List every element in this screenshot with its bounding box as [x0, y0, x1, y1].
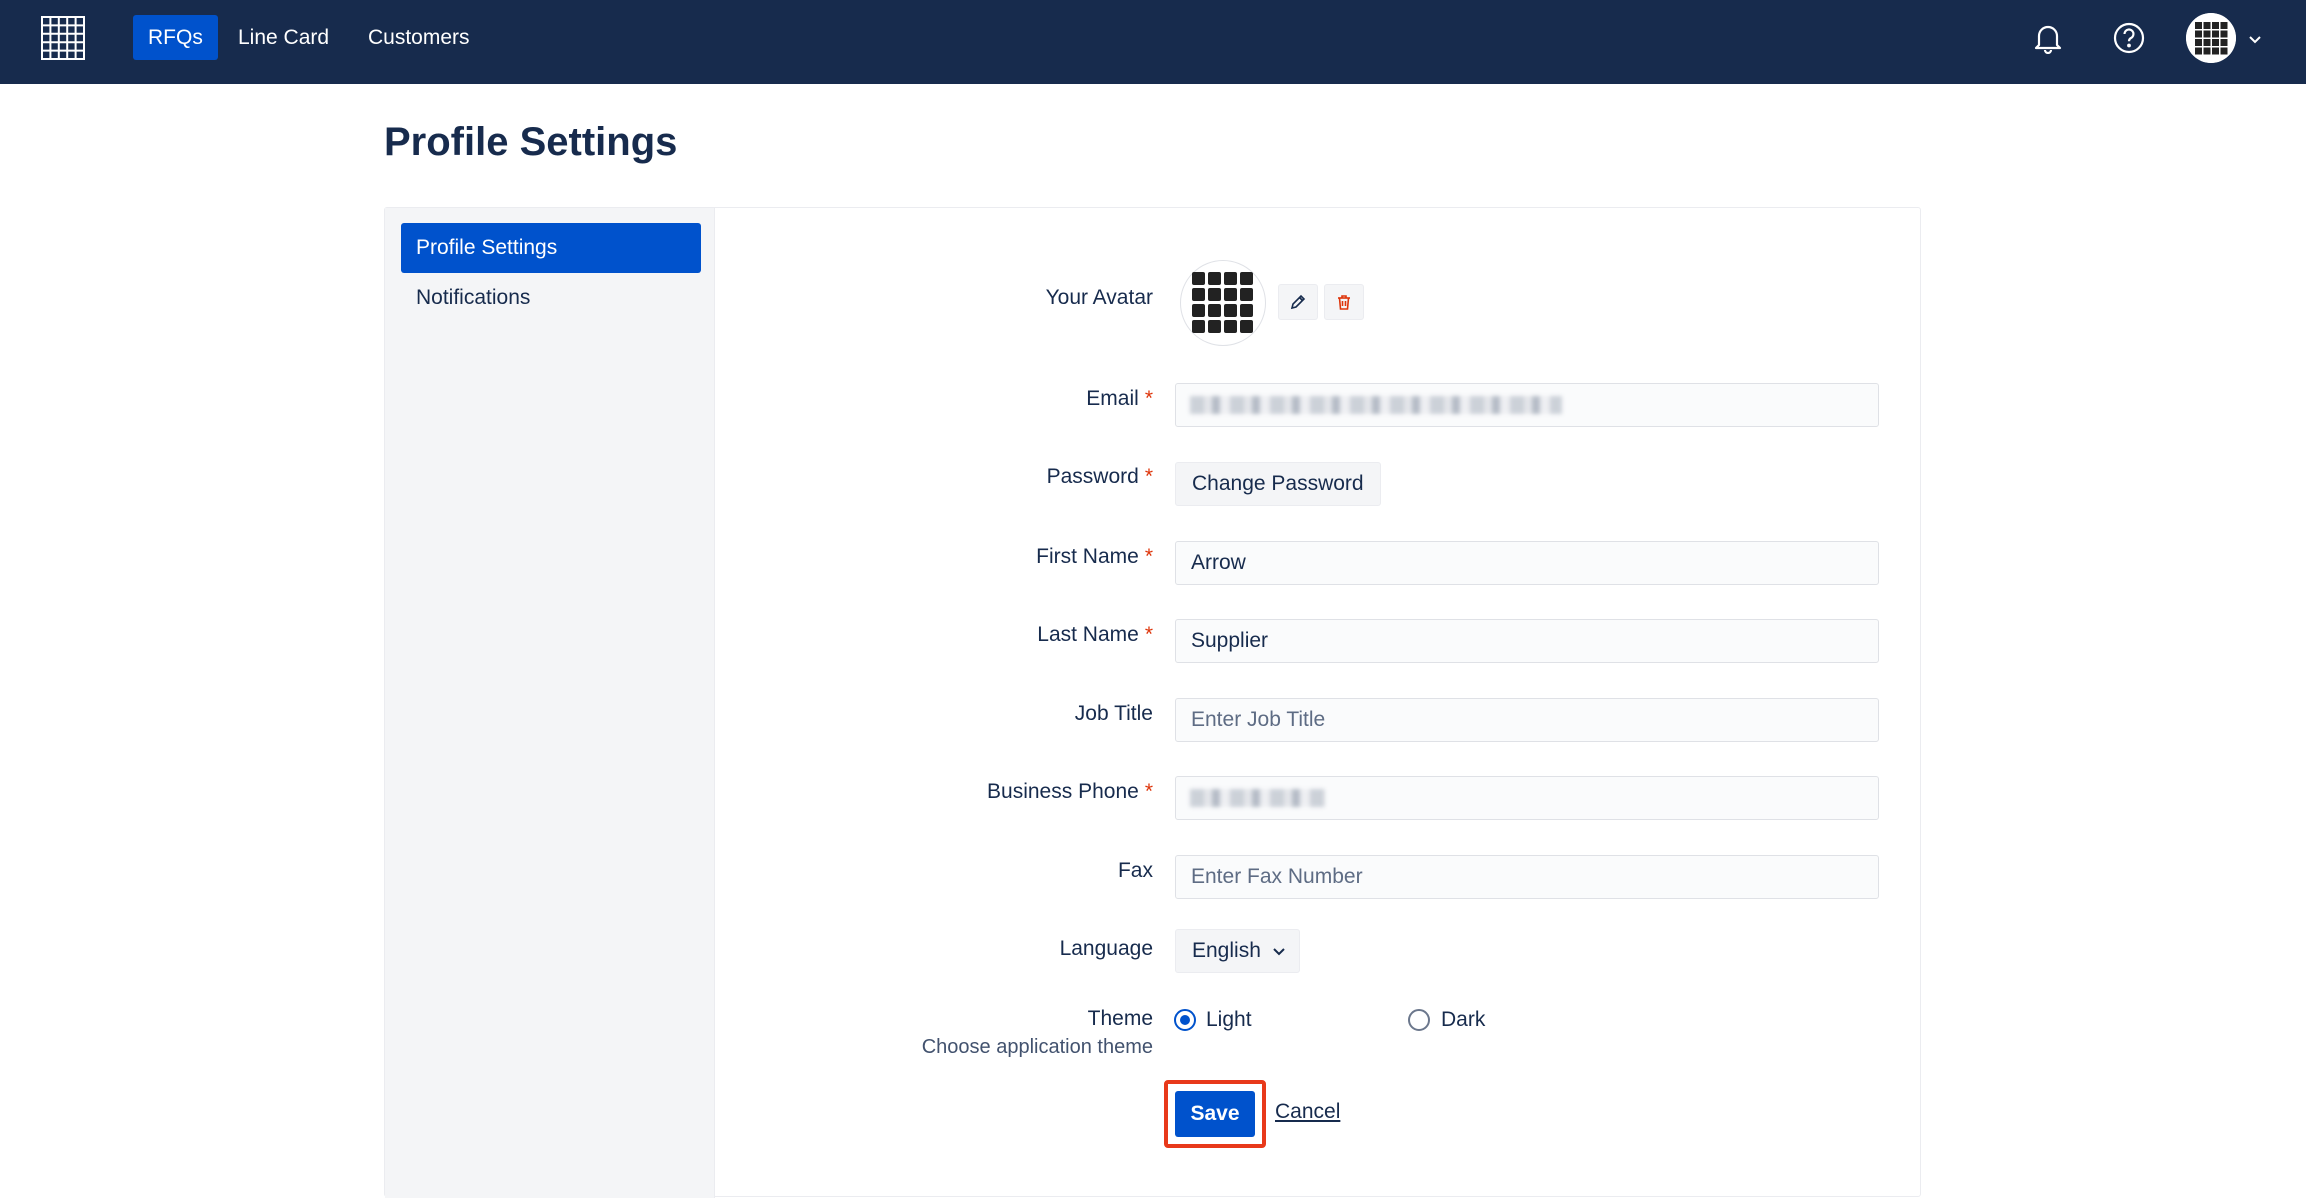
password-label: Password *: [1047, 465, 1153, 489]
trash-icon: [1338, 295, 1350, 310]
fax-field[interactable]: [1175, 855, 1879, 899]
bell-icon[interactable]: [2028, 18, 2068, 58]
delete-avatar-button[interactable]: [1324, 284, 1364, 320]
theme-label: Theme: [1088, 1007, 1153, 1031]
profile-avatar: [1180, 260, 1266, 346]
business-phone-label: Business Phone *: [987, 780, 1153, 804]
sidebar-item-label: Notifications: [416, 286, 531, 309]
email-label: Email *: [1086, 387, 1153, 411]
email-redacted: [1190, 396, 1562, 414]
required-marker: *: [1144, 623, 1153, 646]
fax-label: Fax: [1118, 859, 1153, 883]
fax-label-text: Fax: [1117, 859, 1153, 882]
theme-dark-radio[interactable]: [1408, 1009, 1430, 1031]
business-phone-label-text: Business Phone: [987, 780, 1139, 803]
sidebar-item-notifications[interactable]: Notifications: [401, 273, 701, 323]
user-avatar[interactable]: [2186, 13, 2236, 63]
page-title: Profile Settings: [384, 120, 678, 164]
nav-line-card-label: Line Card: [238, 25, 330, 49]
nav-rfqs[interactable]: RFQs: [133, 15, 218, 60]
settings-sidebar: Profile Settings Notifications: [385, 208, 715, 1198]
edit-avatar-button[interactable]: [1278, 284, 1318, 320]
top-navbar: RFQs Line Card Customers: [0, 0, 2306, 84]
required-marker: *: [1144, 780, 1153, 803]
email-label-text: Email: [1086, 387, 1139, 410]
nav-customers-label: Customers: [368, 25, 470, 49]
change-password-button[interactable]: Change Password: [1175, 462, 1381, 506]
grid-logo-icon[interactable]: [38, 13, 88, 63]
sidebar-item-profile-settings[interactable]: Profile Settings: [401, 223, 701, 273]
sidebar-item-label: Profile Settings: [416, 236, 558, 259]
first-name-field[interactable]: [1175, 541, 1879, 585]
language-select-value: English: [1192, 939, 1261, 962]
theme-light-label[interactable]: Light: [1206, 1008, 1252, 1032]
last-name-label: Last Name *: [1037, 623, 1153, 647]
theme-dark-label[interactable]: Dark: [1441, 1008, 1485, 1032]
help-icon[interactable]: [2109, 18, 2149, 58]
chevron-down-icon: [1273, 948, 1285, 956]
theme-light-radio[interactable]: [1174, 1009, 1196, 1031]
theme-sublabel: Choose application theme: [921, 1036, 1153, 1058]
password-label-text: Password: [1046, 465, 1139, 488]
nav-line-card[interactable]: Line Card: [223, 15, 344, 60]
required-marker: *: [1144, 465, 1153, 488]
language-select[interactable]: English: [1175, 929, 1300, 973]
phone-redacted: [1190, 789, 1325, 807]
avatar-label-text: Your Avatar: [1045, 286, 1153, 309]
save-button[interactable]: Save: [1175, 1091, 1255, 1137]
last-name-label-text: Last Name: [1037, 623, 1139, 646]
job-title-label: Job Title: [1075, 702, 1153, 726]
cancel-link[interactable]: Cancel: [1275, 1100, 1340, 1124]
last-name-field[interactable]: [1175, 619, 1879, 663]
avatar-label: Your Avatar: [1046, 286, 1153, 310]
job-title-label-text: Job Title: [1074, 702, 1153, 725]
language-label: Language: [1060, 937, 1153, 961]
change-password-label: Change Password: [1192, 472, 1364, 495]
nav-customers[interactable]: Customers: [353, 15, 485, 60]
theme-label-text: Theme: [1087, 1007, 1153, 1030]
language-label-text: Language: [1059, 937, 1153, 960]
pencil-icon: [1290, 294, 1306, 310]
first-name-label: First Name *: [1036, 545, 1153, 569]
required-marker: *: [1144, 545, 1153, 568]
first-name-label-text: First Name: [1036, 545, 1139, 568]
required-marker: *: [1144, 387, 1153, 410]
chevron-down-icon[interactable]: [2247, 32, 2263, 44]
job-title-field[interactable]: [1175, 698, 1879, 742]
nav-rfqs-label: RFQs: [148, 25, 203, 49]
